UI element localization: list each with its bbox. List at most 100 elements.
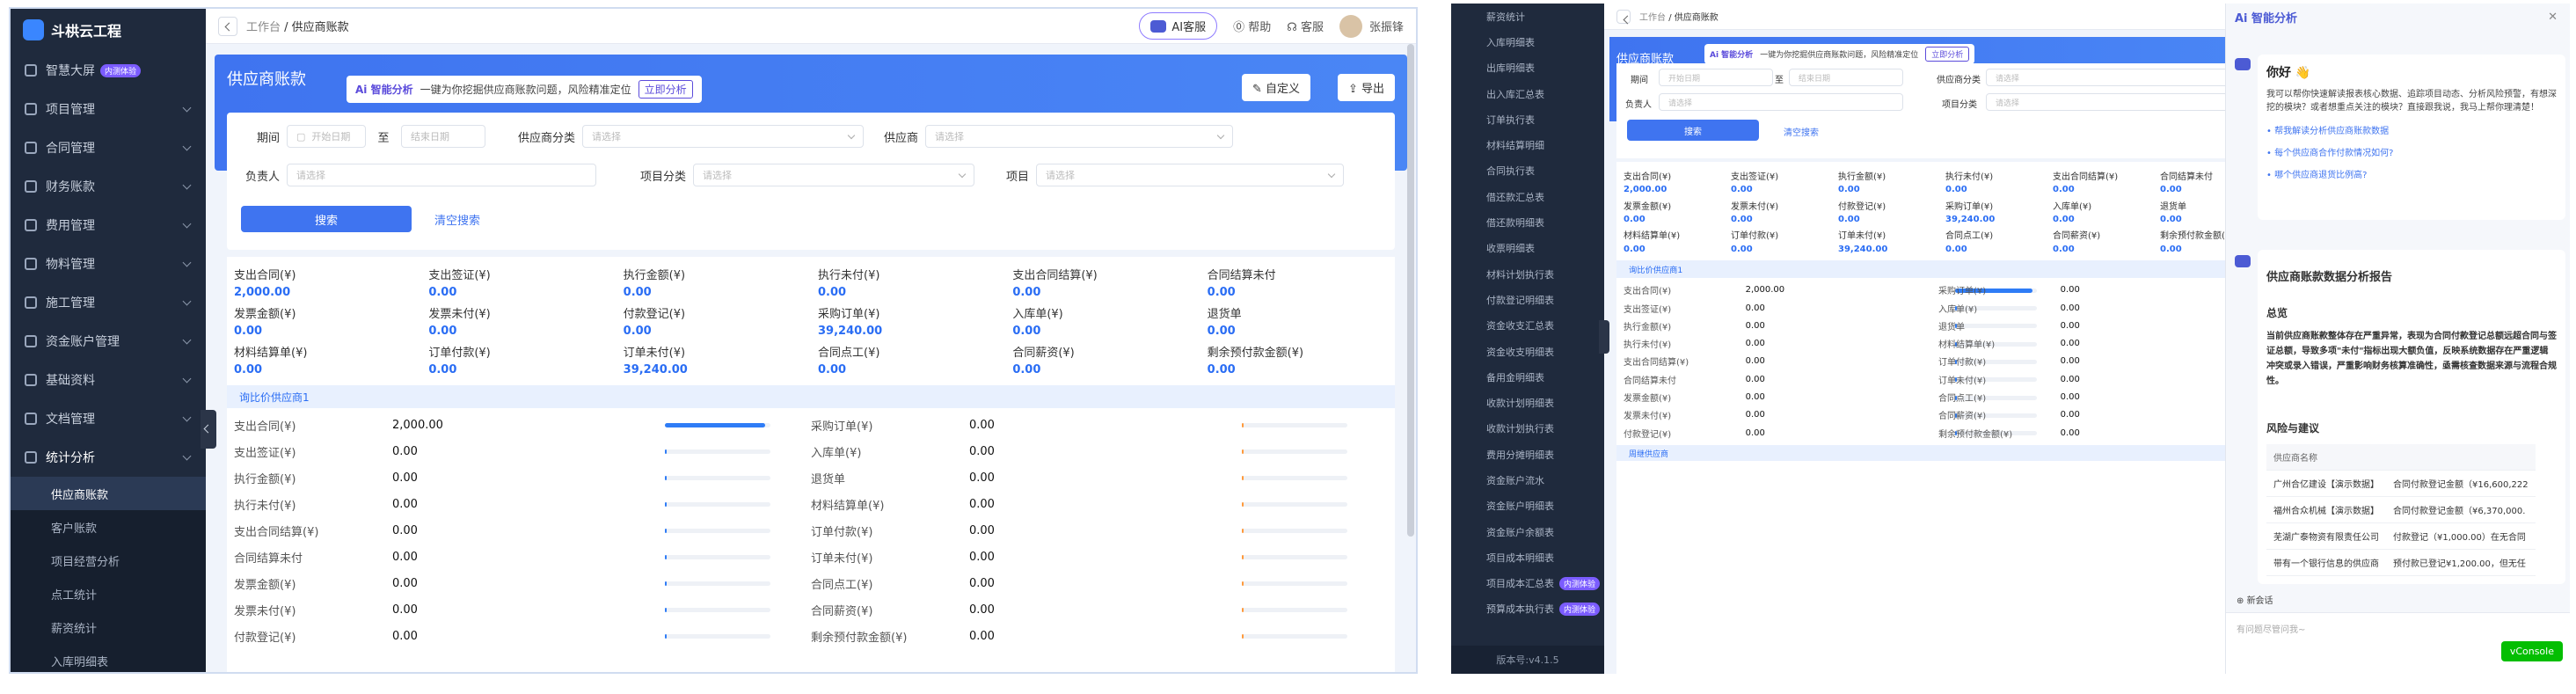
sidebar-subitem[interactable]: 客户账款 — [11, 510, 206, 544]
export-button[interactable]: ⇪ 导出 — [1337, 74, 1395, 101]
sidebar-subitem[interactable]: 出库明细表 — [1451, 55, 1604, 81]
data-row[interactable]: 材料结算单(¥) 0.00 — [1938, 335, 2352, 353]
sidebar-subitem[interactable]: 借还款汇总表 — [1451, 184, 1604, 209]
data-row[interactable]: 订单未付(¥) 0.00 — [811, 544, 1377, 570]
custom-button[interactable]: ✎ 自定义 — [1241, 74, 1310, 101]
data-row[interactable]: 剩余预付款金额(¥) 0.00 — [811, 623, 1377, 649]
sidebar-subitem[interactable]: 出入库汇总表 — [1451, 81, 1604, 106]
supplier-cat-select[interactable]: 请选择 — [582, 125, 864, 148]
data-row[interactable]: 订单付款(¥) 0.00 — [1938, 353, 2352, 370]
data-row[interactable]: 执行金额(¥) 0.00 — [234, 464, 800, 491]
search-button[interactable]: 搜索 — [1627, 120, 1759, 141]
stat-card[interactable]: 支出签证(¥) 0.00 — [1731, 169, 1829, 194]
sidebar-subitem[interactable]: 供应商账款 — [11, 477, 206, 510]
crumb-parent[interactable]: 工作台 — [246, 21, 281, 34]
sidebar-subitem[interactable]: 付款登记明细表 — [1451, 287, 1604, 312]
stat-card[interactable]: 执行未付(¥) 0.00 — [1945, 169, 2044, 194]
data-row[interactable]: 执行未付(¥) 0.00 — [1624, 335, 2037, 353]
chat-input[interactable]: 有问题尽管问我~ — [2226, 613, 2570, 644]
sidebar-item[interactable]: 项目管理 — [11, 90, 206, 128]
end-date-input[interactable]: 结束日期 — [1789, 69, 1903, 86]
sidebar-subitem[interactable]: 资金收支汇总表 — [1451, 313, 1604, 339]
close-icon[interactable]: ✕ — [2548, 11, 2558, 24]
data-row[interactable]: 合同点工(¥) 0.00 — [811, 570, 1377, 596]
owner-select[interactable]: 请选择 — [1659, 93, 1903, 111]
stat-card[interactable]: 材料结算单(¥) 0.00 — [1624, 228, 1722, 253]
clear-search-link[interactable]: 清空搜索 — [434, 211, 480, 228]
supplier-select[interactable]: 请选择 — [925, 125, 1233, 148]
stat-card[interactable]: 采购订单(¥) 39,240.00 — [818, 304, 1003, 338]
stat-card[interactable]: 付款登记(¥) 0.00 — [624, 304, 809, 338]
stat-card[interactable]: 发票金额(¥) 0.00 — [234, 304, 420, 338]
data-row[interactable]: 入库单(¥) 0.00 — [1938, 299, 2352, 317]
stat-card[interactable]: 合同薪资(¥) 0.00 — [2053, 228, 2151, 253]
sidebar-subitem[interactable]: 收款计划明细表 — [1451, 390, 1604, 415]
stat-card[interactable]: 支出合同结算(¥) 0.00 — [1012, 266, 1198, 299]
stat-card[interactable]: 入库单(¥) 0.00 — [1012, 304, 1198, 338]
stat-card[interactable]: 订单付款(¥) 0.00 — [428, 343, 614, 376]
clear-search-link[interactable]: 清空搜索 — [1784, 125, 1819, 138]
data-row[interactable]: 发票金额(¥) 0.00 — [1624, 388, 2037, 405]
stat-card[interactable]: 材料结算单(¥) 0.00 — [234, 343, 420, 376]
sidebar-subitem[interactable]: 材料结算明细 — [1451, 132, 1604, 157]
sidebar-subitem[interactable]: 入库明细表 — [1451, 29, 1604, 55]
stat-card[interactable]: 订单未付(¥) 39,240.00 — [624, 343, 809, 376]
sidebar-item[interactable]: 资金账户管理 — [11, 322, 206, 361]
stat-card[interactable]: 执行金额(¥) 0.00 — [624, 266, 809, 299]
stat-card[interactable]: 退货单 0.00 — [1208, 304, 1393, 338]
data-row[interactable]: 执行未付(¥) 0.00 — [234, 491, 800, 517]
sidebar-item[interactable]: 统计分析 — [11, 438, 206, 477]
sidebar-subitem[interactable]: 薪资统计 — [11, 610, 206, 644]
search-button[interactable]: 搜索 — [241, 206, 412, 232]
service-link[interactable]: ☊ 客服 — [1287, 18, 1324, 34]
stat-card[interactable]: 合同薪资(¥) 0.00 — [1012, 343, 1198, 376]
sidebar-collapse-button[interactable] — [201, 410, 216, 449]
sidebar-item[interactable]: 文档管理 — [11, 399, 206, 438]
data-row[interactable]: 订单未付(¥) 0.00 — [1938, 370, 2352, 388]
data-row[interactable]: 合同薪资(¥) 0.00 — [811, 596, 1377, 623]
data-row[interactable]: 合同结算未付 0.00 — [1624, 370, 2037, 388]
data-row[interactable]: 支出合同结算(¥) 0.00 — [1624, 353, 2037, 370]
data-row[interactable]: 退货单 0.00 — [811, 464, 1377, 491]
sidebar-subitem[interactable]: 薪资统计 — [1451, 4, 1604, 29]
back-button[interactable] — [218, 16, 237, 36]
data-row[interactable]: 订单付款(¥) 0.00 — [811, 517, 1377, 544]
sidebar-subitem[interactable]: 项目经营分析 — [11, 544, 206, 577]
scrollbar[interactable] — [1407, 44, 1414, 537]
stat-card[interactable]: 合同结算未付 0.00 — [1208, 266, 1393, 299]
stat-card[interactable]: 发票金额(¥) 0.00 — [1624, 199, 1722, 224]
sidebar-subitem[interactable]: 项目成本汇总表 内测体验 — [1451, 571, 1604, 596]
user-menu[interactable]: 张振锋 — [1339, 14, 1404, 38]
crumb-parent[interactable]: 工作台 — [1639, 13, 1666, 23]
new-session-button[interactable]: ⊕ 新会话 — [2237, 593, 2273, 606]
data-row[interactable]: 支出合同结算(¥) 0.00 — [234, 517, 800, 544]
stat-card[interactable]: 支出签证(¥) 0.00 — [428, 266, 614, 299]
data-row[interactable]: 合同点工(¥) 0.00 — [1938, 388, 2352, 405]
sidebar-subitem[interactable]: 入库明细表 — [11, 644, 206, 672]
stat-card[interactable]: 执行未付(¥) 0.00 — [818, 266, 1003, 299]
ai-service-button[interactable]: AI客服 — [1139, 12, 1218, 40]
data-row[interactable]: 采购订单(¥) 0.00 — [1938, 281, 2352, 299]
stat-card[interactable]: 付款登记(¥) 0.00 — [1838, 199, 1937, 224]
ai-analyze-button[interactable]: 立即分析 — [638, 80, 693, 99]
sidebar-item[interactable]: 合同管理 — [11, 128, 206, 167]
sidebar-subitem[interactable]: 合同执行表 — [1451, 158, 1604, 184]
stat-card[interactable]: 合同点工(¥) 0.00 — [1945, 228, 2044, 253]
data-row[interactable]: 入库单(¥) 0.00 — [811, 438, 1377, 464]
data-row[interactable]: 剩余预付款金额(¥) 0.00 — [1938, 424, 2352, 442]
data-row[interactable]: 发票金额(¥) 0.00 — [234, 570, 800, 596]
sidebar-item[interactable]: 费用管理 — [11, 206, 206, 245]
data-row[interactable]: 发票未付(¥) 0.00 — [234, 596, 800, 623]
sidebar-item[interactable]: 智慧大屏 内测体验 — [11, 51, 206, 90]
sidebar-item[interactable]: 物料管理 — [11, 245, 206, 283]
sidebar-subitem[interactable]: 预算成本执行表 内测体验 — [1451, 596, 1604, 622]
data-row[interactable]: 支出合同(¥) 2,000.00 — [1624, 281, 2037, 299]
sidebar-item[interactable]: 基础资料 — [11, 361, 206, 399]
sidebar-subitem[interactable]: 资金收支明细表 — [1451, 339, 1604, 364]
sidebar-subitem[interactable]: 收票明细表 — [1451, 236, 1604, 261]
sidebar-subitem[interactable]: 资金账户明细表 — [1451, 493, 1604, 519]
owner-select[interactable]: 请选择 — [287, 164, 596, 186]
stat-card[interactable]: 发票未付(¥) 0.00 — [428, 304, 614, 338]
sidebar-subitem[interactable]: 点工统计 — [11, 577, 206, 610]
suggested-question[interactable]: • 帮我解读分析供应商账款数据 — [2266, 123, 2557, 136]
